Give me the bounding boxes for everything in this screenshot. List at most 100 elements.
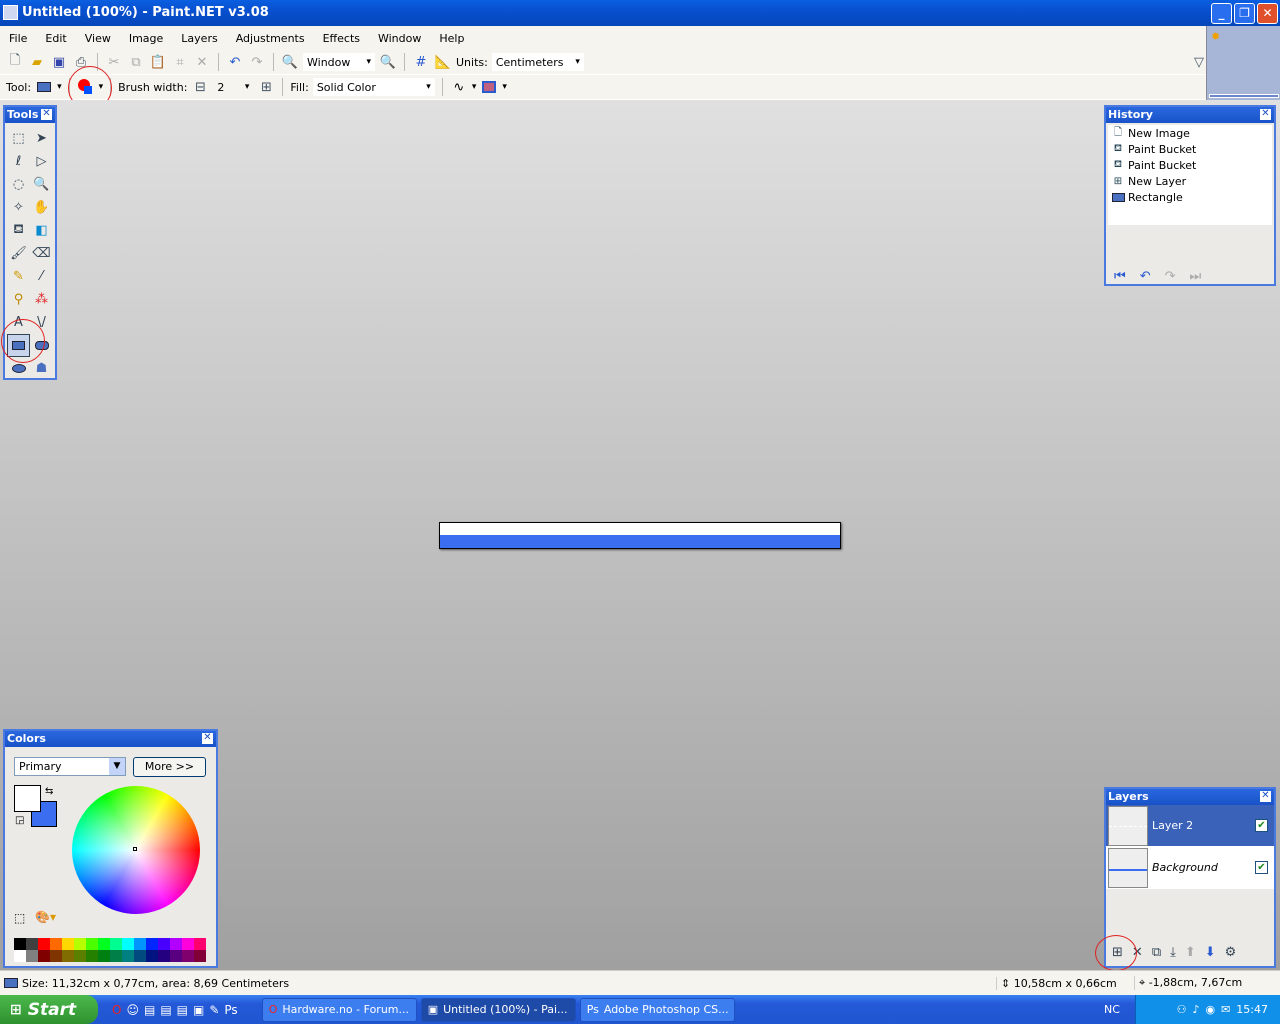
menu-effects[interactable]: Effects xyxy=(314,32,369,45)
menu-image[interactable]: Image xyxy=(120,32,172,45)
volume-icon[interactable]: ♪ xyxy=(1192,1003,1199,1016)
add-to-palette-icon[interactable]: ⬚ xyxy=(14,911,25,925)
deselect-icon[interactable]: ✕ xyxy=(193,53,211,71)
palette-swatch[interactable] xyxy=(62,938,74,950)
magic-wand-icon[interactable]: ✧ xyxy=(7,196,30,219)
winrar-icon[interactable]: ▤ xyxy=(144,1003,155,1017)
messenger-icon[interactable]: ☺ xyxy=(126,1003,139,1017)
units-select[interactable]: Centimeters xyxy=(491,53,584,71)
zoom-select[interactable]: Window xyxy=(303,53,375,71)
blend-mode-icon[interactable] xyxy=(480,78,498,96)
pencil-icon[interactable]: ✎ xyxy=(209,1003,219,1017)
layer-visibility-checkbox[interactable]: ✔ xyxy=(1255,819,1268,832)
start-button[interactable]: ⊞ Start xyxy=(0,995,98,1024)
palette-swatch[interactable] xyxy=(182,950,194,962)
close-icon[interactable]: ✕ xyxy=(41,109,52,120)
history-item[interactable]: ⊞ New Layer xyxy=(1108,173,1272,189)
menu-file[interactable]: File xyxy=(0,32,36,45)
palette-swatch[interactable] xyxy=(146,938,158,950)
photoshop-icon[interactable]: Ps xyxy=(224,1003,237,1017)
palette-swatch[interactable] xyxy=(74,938,86,950)
palette-swatch[interactable] xyxy=(170,950,182,962)
brush-width-increase-button[interactable]: ⊞ xyxy=(257,78,275,96)
paste-icon[interactable]: 📋 xyxy=(149,53,167,71)
gradient-icon[interactable]: ◧ xyxy=(30,219,53,242)
crop-icon[interactable]: ⌗ xyxy=(171,53,189,71)
merge-layer-down-icon[interactable]: ⤓ xyxy=(1170,945,1176,960)
brush-width-decrease-button[interactable]: ⊟ xyxy=(191,78,209,96)
paintnet-icon[interactable]: ▣ xyxy=(193,1003,204,1017)
menu-adjustments[interactable]: Adjustments xyxy=(227,32,314,45)
image-thumbnail-tab[interactable]: ✹ xyxy=(1206,26,1280,100)
thumbnail-scroll[interactable] xyxy=(1209,94,1279,98)
redo-icon[interactable]: ↷ xyxy=(248,53,266,71)
new-icon[interactable]: 🗋 xyxy=(6,53,24,71)
copy-icon[interactable]: ⧉ xyxy=(127,53,145,71)
clone-stamp-icon[interactable]: ⚲ xyxy=(7,288,30,311)
color-wheel-cursor[interactable] xyxy=(133,847,137,851)
open-icon[interactable]: ▰ xyxy=(28,53,46,71)
palette-swatch[interactable] xyxy=(110,938,122,950)
image-canvas[interactable] xyxy=(439,522,841,549)
pencil-icon[interactable]: ✎ xyxy=(7,265,30,288)
antialiasing-dropdown-icon[interactable]: ▾ xyxy=(472,82,477,92)
rectangle-select-icon[interactable]: ⬚ xyxy=(7,127,30,150)
brush-width-select[interactable]: 2 xyxy=(213,78,254,96)
save-icon[interactable]: ▣ xyxy=(50,53,68,71)
palette-swatch[interactable] xyxy=(98,938,110,950)
palette-swatch[interactable] xyxy=(38,938,50,950)
palette-swatch[interactable] xyxy=(50,938,62,950)
zoom-in-icon[interactable]: 🔍 xyxy=(379,53,397,71)
menu-help[interactable]: Help xyxy=(430,32,473,45)
language-indicator[interactable]: NC xyxy=(1104,1003,1120,1016)
close-icon[interactable]: ✕ xyxy=(1260,791,1271,802)
palette-swatch[interactable] xyxy=(86,950,98,962)
recolor-icon[interactable]: ⁂ xyxy=(30,288,53,311)
more-button[interactable]: More >> xyxy=(133,757,206,777)
task-hardware-forum[interactable]: O Hardware.no - Forum... xyxy=(261,997,417,1022)
blend-mode-dropdown-icon[interactable]: ▾ xyxy=(502,82,507,92)
ruler-icon[interactable]: 📐 xyxy=(434,53,452,71)
paintbrush-icon[interactable]: 🖌 xyxy=(7,242,30,265)
palette-swatch[interactable] xyxy=(194,950,206,962)
palette-swatch[interactable] xyxy=(110,950,122,962)
color-wheel[interactable] xyxy=(72,786,200,914)
palette-swatch[interactable] xyxy=(38,950,50,962)
palette-swatch[interactable] xyxy=(194,938,206,950)
layer-row-background[interactable]: Background ✔ xyxy=(1106,847,1274,889)
undo-icon[interactable]: ↶ xyxy=(1140,269,1151,284)
eraser-icon[interactable]: ⌫ xyxy=(30,242,53,265)
freeform-shape-icon[interactable]: ☗ xyxy=(30,357,53,380)
grid-icon[interactable]: # xyxy=(412,53,430,71)
network-icon[interactable]: ⚇ xyxy=(1177,1003,1187,1016)
undo-icon[interactable]: ↶ xyxy=(226,53,244,71)
history-item[interactable]: 🗋 New Image xyxy=(1108,125,1272,141)
redo-icon[interactable]: ↷ xyxy=(1165,269,1176,284)
duplicate-layer-icon[interactable]: ⧉ xyxy=(1152,945,1161,960)
palette-swatch[interactable] xyxy=(170,938,182,950)
lasso-select-icon[interactable]: ℓ xyxy=(7,150,30,173)
move-selection-icon[interactable]: ▷ xyxy=(30,150,53,173)
minimize-button[interactable]: _ xyxy=(1211,3,1232,24)
palette-swatch[interactable] xyxy=(62,950,74,962)
winrar-icon-2[interactable]: ▤ xyxy=(160,1003,171,1017)
restore-button[interactable]: ❐ xyxy=(1234,3,1255,24)
menu-view[interactable]: View xyxy=(76,32,120,45)
paint-bucket-icon[interactable]: ⛾ xyxy=(7,219,30,242)
pan-icon[interactable]: ✋ xyxy=(30,196,53,219)
layer-visibility-checkbox[interactable]: ✔ xyxy=(1255,861,1268,874)
history-item[interactable]: Rectangle xyxy=(1108,189,1272,205)
tray-app-icon[interactable]: ◉ xyxy=(1205,1003,1215,1016)
layer-row-layer-2[interactable]: Layer 2 ✔ xyxy=(1106,805,1274,847)
palette-swatch[interactable] xyxy=(74,950,86,962)
move-selected-pixels-icon[interactable]: ➤ xyxy=(30,127,53,150)
opera-icon[interactable]: O xyxy=(112,1003,121,1017)
close-button[interactable]: ✕ xyxy=(1257,3,1278,24)
archive-icon[interactable]: ▤ xyxy=(177,1003,188,1017)
reset-colors-icon[interactable]: ◲ xyxy=(15,815,24,826)
zoom-out-icon[interactable]: 🔍 xyxy=(281,53,299,71)
color-mode-select[interactable]: Primary ▼ xyxy=(14,757,126,776)
palette-swatch[interactable] xyxy=(146,950,158,962)
fill-select[interactable]: Solid Color xyxy=(312,78,435,96)
antialiasing-icon[interactable]: ∿ xyxy=(450,78,468,96)
